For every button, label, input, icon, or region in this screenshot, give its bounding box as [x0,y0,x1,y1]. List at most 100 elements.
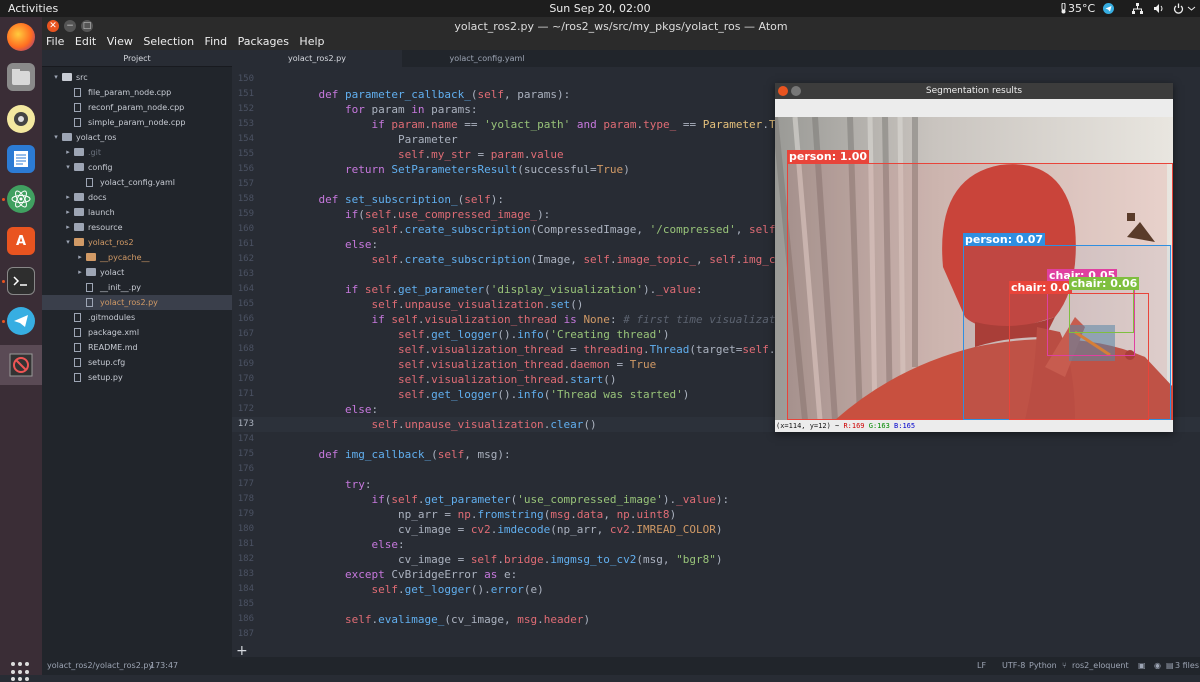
line-number[interactable]: 166 [232,312,254,327]
code-text[interactable]: self.evalimage_(cv_image, msg.header) [292,612,590,627]
code-line[interactable]: 183 except CvBridgeError as e: [232,567,1200,582]
chevron-down-icon[interactable] [1187,3,1198,14]
code-text[interactable]: cv_image = self.bridge.imgmsg_to_cv2(msg… [292,552,723,567]
line-number[interactable]: 178 [232,492,254,507]
code-line[interactable]: 180 cv_image = cv2.imdecode(np_arr, cv2.… [232,522,1200,537]
rhythmbox-icon[interactable] [7,105,35,133]
line-number[interactable]: 162 [232,252,254,267]
code-line[interactable]: 179 np_arr = np.fromstring(msg.data, np.… [232,507,1200,522]
tree-file[interactable]: file_param_node.cpp [42,85,232,100]
tree-file[interactable]: setup.cfg [42,355,232,370]
line-number[interactable]: 157 [232,177,254,192]
line-number[interactable]: 161 [232,237,254,252]
code-text[interactable]: if self.visualization_thread is None: # … [292,312,795,327]
line-number[interactable]: 160 [232,222,254,237]
code-text[interactable]: Parameter [292,132,458,147]
line-number[interactable]: 156 [232,162,254,177]
telegram-tray-icon[interactable] [1103,3,1114,14]
network-icon[interactable] [1132,3,1143,14]
line-number[interactable]: 169 [232,357,254,372]
line-number[interactable]: 187 [232,627,254,642]
code-text[interactable]: np_arr = np.fromstring(msg.data, np.uint… [292,507,676,522]
tree-folder[interactable]: ▸ resource [42,220,232,235]
seg-close-button[interactable] [778,86,788,96]
code-text[interactable]: self.unpause_visualization.clear() [292,417,596,432]
tree-folder[interactable]: ▾ yolact_ros [42,130,232,145]
github-icon[interactable]: ◉ [1154,657,1161,675]
menu-find[interactable]: Find [205,35,228,48]
chevron-right-icon[interactable]: ▸ [64,205,72,220]
line-ending[interactable]: LF [977,657,986,675]
line-number[interactable]: 177 [232,477,254,492]
segmentation-window-dock-item[interactable] [0,345,42,385]
power-icon[interactable] [1173,3,1184,14]
line-number[interactable]: 184 [232,582,254,597]
code-text[interactable]: if param.name == 'yolact_path' and param… [292,117,848,132]
chevron-down-icon[interactable]: ▾ [52,130,60,145]
show-applications-icon[interactable] [11,662,31,682]
code-text[interactable]: for param in params: [292,102,477,117]
tree-folder[interactable]: ▾ yolact_ros2 [42,235,232,250]
line-number[interactable]: 170 [232,372,254,387]
tree-file[interactable]: simple_param_node.cpp [42,115,232,130]
code-text[interactable]: def set_subscription_(self): [292,192,504,207]
menu-packages[interactable]: Packages [238,35,289,48]
code-text[interactable]: cv_image = cv2.imdecode(np_arr, cv2.IMRE… [292,522,723,537]
tree-file[interactable]: __init__.py [42,280,232,295]
chevron-right-icon[interactable]: ▸ [76,250,84,265]
code-text[interactable]: def parameter_callback_(self, params): [292,87,571,102]
git-branch[interactable]: ros2_eloquent [1072,657,1129,675]
line-number[interactable]: 159 [232,207,254,222]
firefox-icon[interactable] [7,23,35,51]
line-number[interactable]: 168 [232,342,254,357]
code-line[interactable]: 186 self.evalimage_(cv_image, msg.header… [232,612,1200,627]
line-number[interactable]: 153 [232,117,254,132]
code-text[interactable]: def img_callback_(self, msg): [292,447,511,462]
code-text[interactable]: self.my_str = param.value [292,147,564,162]
code-line[interactable]: 174 [232,432,1200,447]
line-number[interactable]: 158 [232,192,254,207]
telegram-icon[interactable] [7,307,35,335]
code-text[interactable]: try: [292,477,372,492]
code-line[interactable]: 181 else: [232,537,1200,552]
chevron-down-icon[interactable]: ▾ [64,235,72,250]
code-text[interactable]: return SetParametersResult(successful=Tr… [292,162,630,177]
file-path[interactable]: yolact_ros2/yolact_ros2.py [47,657,153,675]
code-text[interactable]: self.unpause_visualization.set() [292,297,583,312]
line-number[interactable]: 183 [232,567,254,582]
chevron-right-icon[interactable]: ▸ [64,145,72,160]
code-line[interactable]: 178 if(self.get_parameter('use_compresse… [232,492,1200,507]
menu-help[interactable]: Help [299,35,324,48]
code-text[interactable]: self.get_logger().info('Thread was start… [292,387,689,402]
line-number[interactable]: 150 [232,72,254,87]
code-line[interactable]: 177 try: [232,477,1200,492]
code-text[interactable]: if self.get_parameter('display_visualiza… [292,282,703,297]
code-text[interactable]: except CvBridgeError as e: [292,567,517,582]
line-number[interactable]: 175 [232,447,254,462]
atom-icon[interactable] [7,185,35,213]
weather-indicator[interactable]: 35°C [1068,2,1095,15]
tree-folder[interactable]: ▸ .git [42,145,232,160]
line-number[interactable]: 182 [232,552,254,567]
line-number[interactable]: 179 [232,507,254,522]
line-number[interactable]: 155 [232,147,254,162]
code-text[interactable]: self.create_subscription(CompressedImage… [292,222,848,237]
menu-selection[interactable]: Selection [143,35,194,48]
code-line[interactable]: 185 [232,597,1200,612]
code-text[interactable]: self.create_subscription(Image, self.ima… [292,252,848,267]
segmentation-image[interactable]: 11 person: 1.00 person: 0.07 chair: 0.05… [775,117,1173,420]
chevron-right-icon[interactable]: ▸ [64,190,72,205]
line-number[interactable]: 171 [232,387,254,402]
tree-file[interactable]: package.xml [42,325,232,340]
code-text[interactable]: self.get_logger().info('Creating thread'… [292,327,670,342]
chevron-down-icon[interactable]: ▾ [52,70,60,85]
tab-yolact-config-yaml[interactable]: yolact_config.yaml [402,50,572,67]
tree-folder[interactable]: ▸ docs [42,190,232,205]
line-number[interactable]: 167 [232,327,254,342]
line-number[interactable]: 185 [232,597,254,612]
chevron-right-icon[interactable]: ▸ [64,220,72,235]
software-center-icon[interactable]: A [7,227,35,255]
tab-yolact-ros2-py[interactable]: yolact_ros2.py [232,50,402,67]
code-text[interactable]: else: [292,402,378,417]
tree-folder[interactable]: ▸ launch [42,205,232,220]
